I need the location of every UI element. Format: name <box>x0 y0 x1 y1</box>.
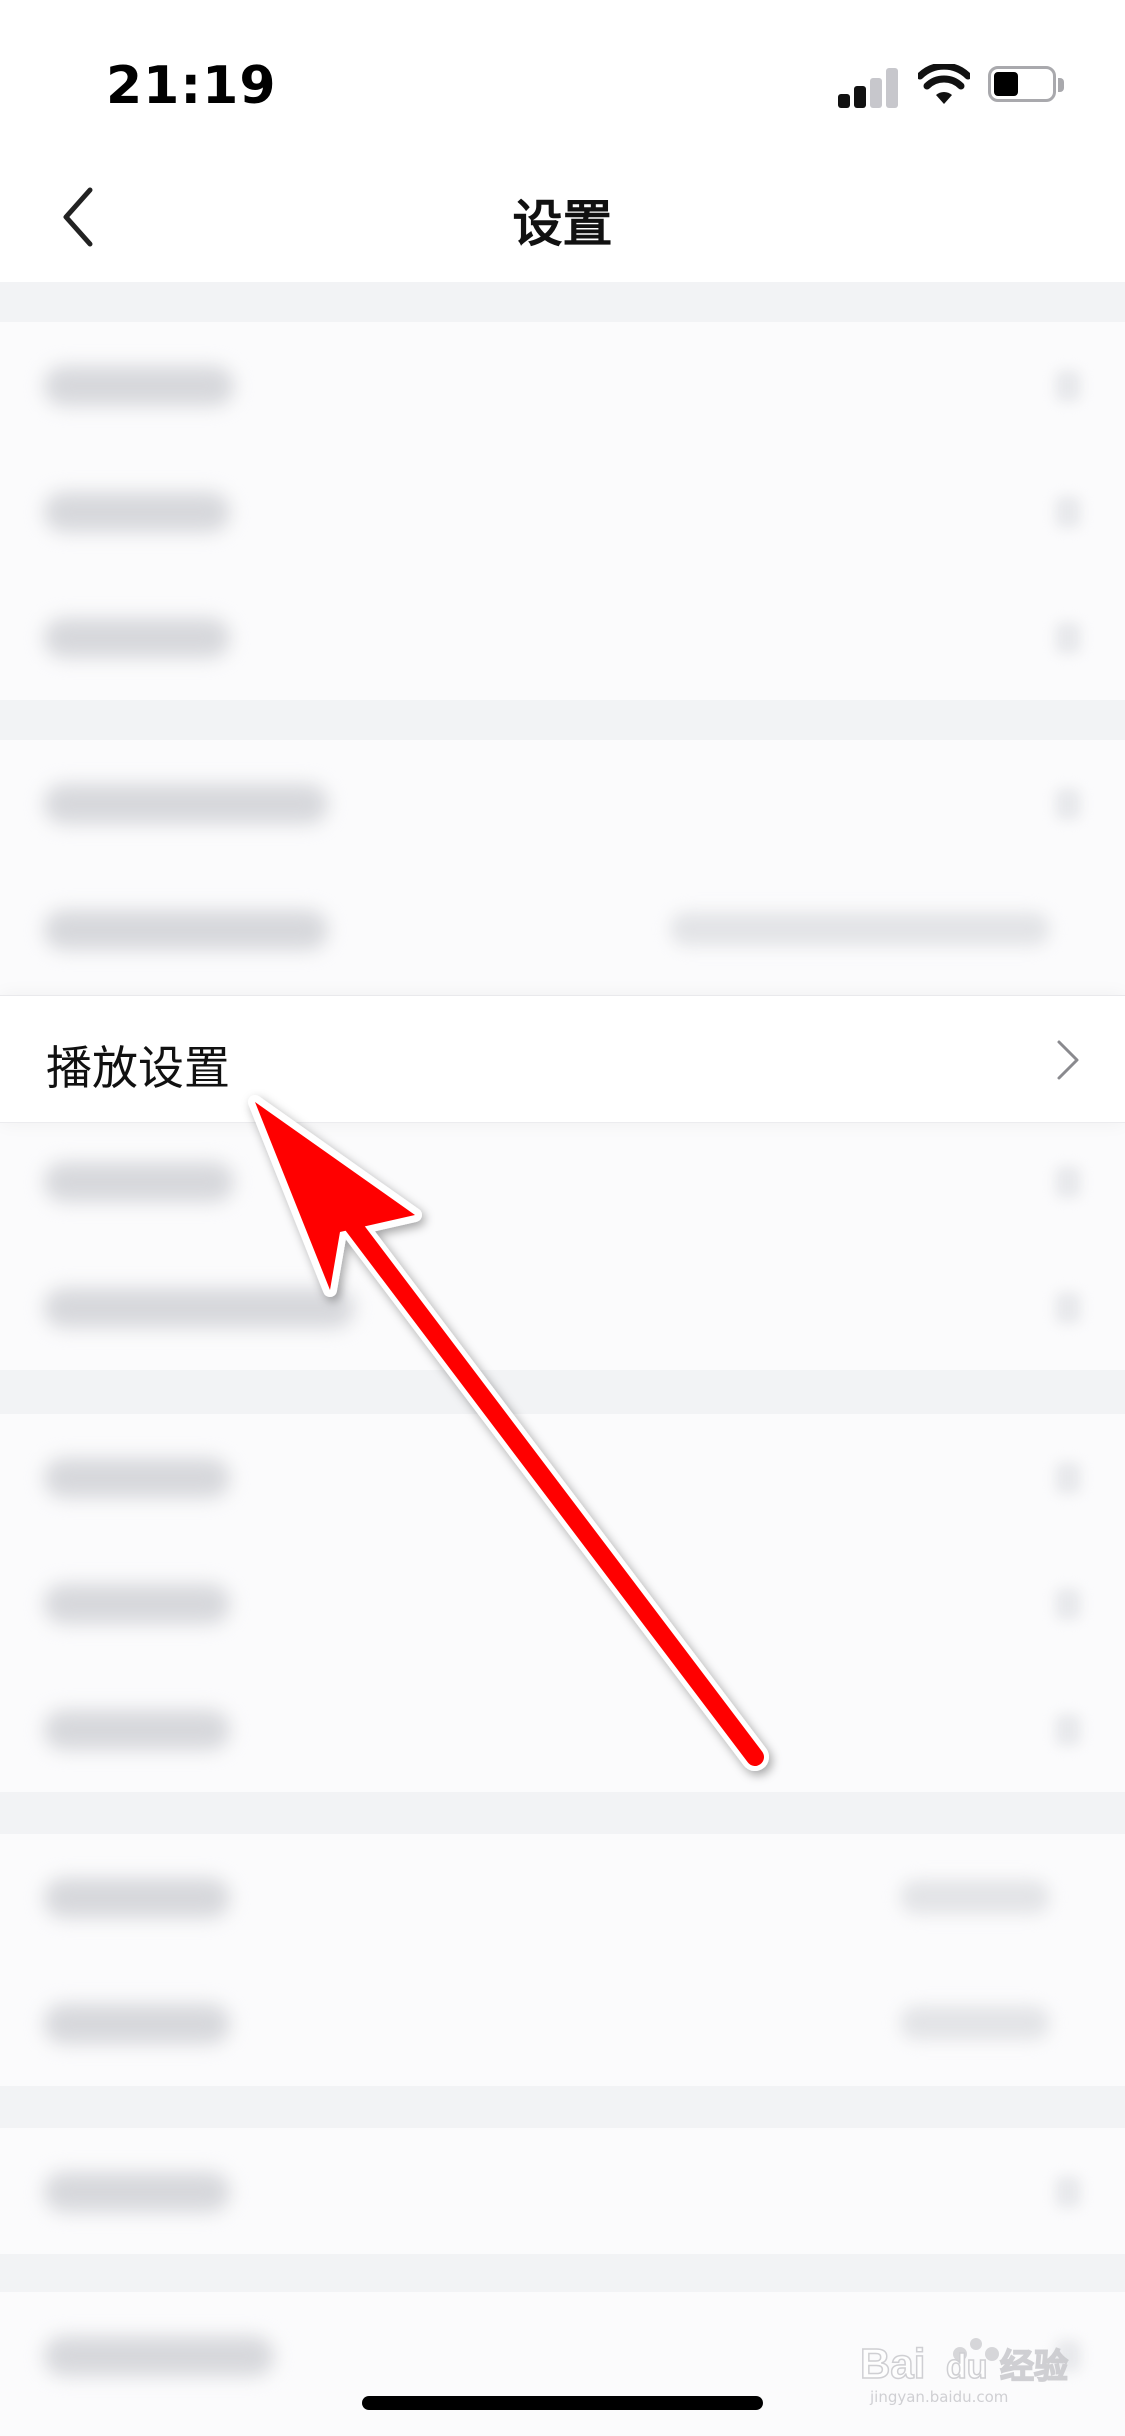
list-item[interactable] <box>0 1666 1125 1792</box>
list-item[interactable] <box>0 2128 1125 2254</box>
page-title: 设置 <box>512 195 613 253</box>
baidu-watermark-logo: Bai du 经验 jingyan.baidu.com <box>859 2330 1090 2410</box>
list-item[interactable] <box>0 1834 1125 1960</box>
settings-list <box>0 282 1125 2436</box>
svg-text:jingyan.baidu.com: jingyan.baidu.com <box>869 2388 1008 2406</box>
playback-settings-label: 播放设置 <box>46 1041 230 1095</box>
signal-icon <box>838 64 898 108</box>
settings-group <box>0 1834 1125 2086</box>
list-item[interactable] <box>0 448 1125 574</box>
status-bar: 21:19 <box>0 0 1125 150</box>
chevron-right-icon <box>1057 1040 1079 1080</box>
svg-text:经验: 经验 <box>1000 2347 1068 2387</box>
list-item[interactable] <box>0 574 1125 700</box>
settings-group <box>0 2128 1125 2254</box>
svg-text:du: du <box>946 2348 988 2386</box>
list-item[interactable] <box>0 740 1125 866</box>
home-indicator[interactable] <box>362 2396 763 2410</box>
status-time: 21:19 <box>106 56 277 116</box>
list-item[interactable] <box>0 1960 1125 2086</box>
settings-group <box>0 322 1125 700</box>
playback-settings-item[interactable]: 播放设置 <box>0 995 1125 1123</box>
wifi-icon <box>918 64 970 104</box>
settings-group <box>0 1414 1125 1792</box>
battery-icon <box>988 66 1068 106</box>
list-item[interactable] <box>0 1244 1125 1370</box>
list-item[interactable] <box>0 1118 1125 1244</box>
list-item[interactable] <box>0 322 1125 448</box>
list-item[interactable] <box>0 866 1125 992</box>
navigation-bar: 设置 <box>0 150 1125 282</box>
list-item[interactable] <box>0 1414 1125 1540</box>
svg-text:Bai: Bai <box>860 2340 925 2387</box>
list-item[interactable] <box>0 1540 1125 1666</box>
